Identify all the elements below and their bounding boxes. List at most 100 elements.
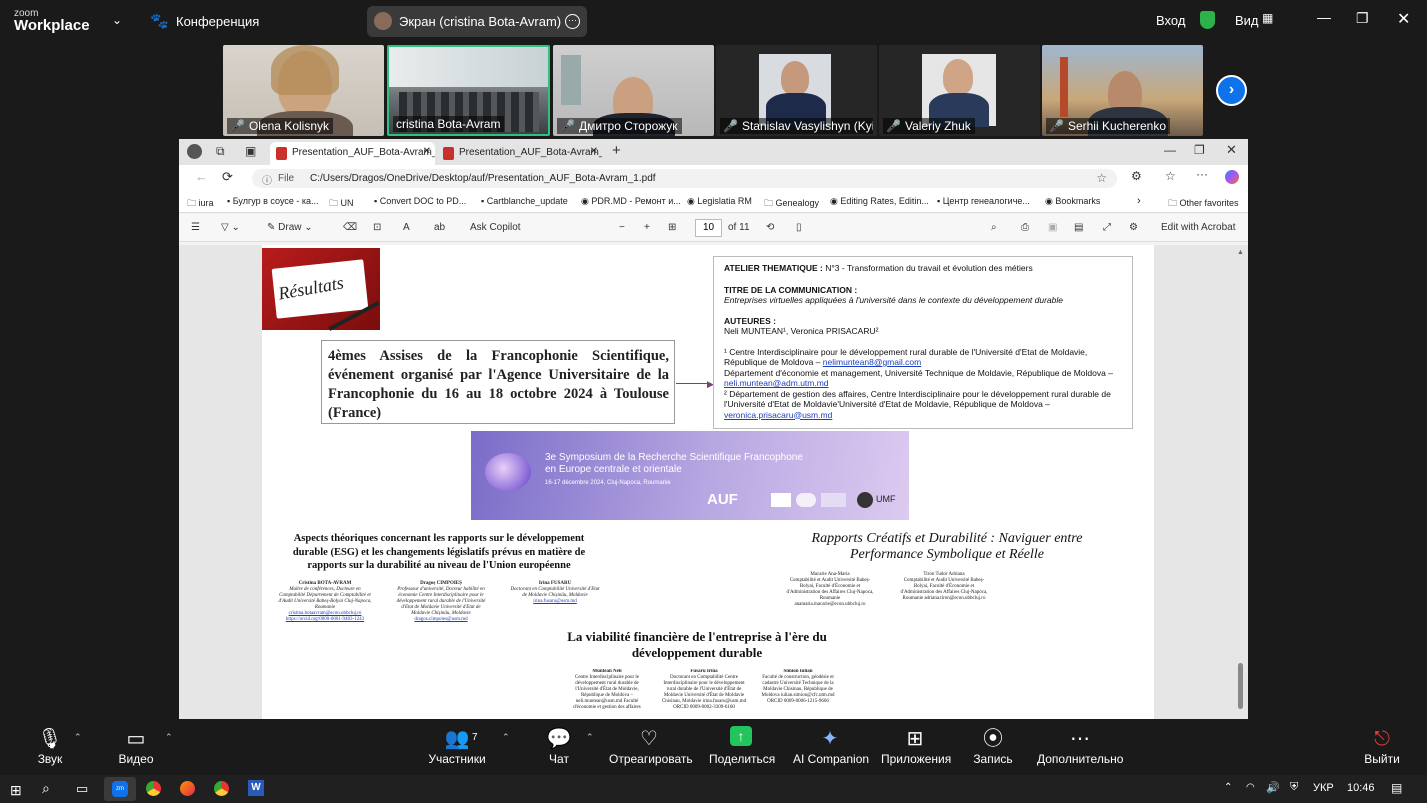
windows-start-icon[interactable]: ⊞ — [10, 782, 22, 799]
language-indicator[interactable]: УКР — [1313, 782, 1334, 794]
bookmark-item[interactable]: ▪ Центр генеалогиче... — [937, 196, 1030, 206]
notifications-icon[interactable]: ▤ — [1391, 781, 1402, 795]
back-icon[interactable]: ← — [195, 169, 208, 184]
more-icon[interactable]: ··· — [1196, 167, 1208, 181]
share-button[interactable]: ↑ Поделиться — [709, 726, 775, 766]
text-box-icon[interactable]: ⊡ — [373, 222, 381, 233]
contents-icon[interactable]: ☰ — [191, 222, 200, 233]
clock[interactable]: 10:46 — [1347, 782, 1375, 794]
chevron-right-icon[interactable]: › — [1137, 195, 1141, 207]
wifi-icon[interactable]: ◠ — [1246, 782, 1255, 793]
bookmark-item[interactable]: ◉ Editing Rates, Editin... — [830, 196, 929, 207]
close-icon[interactable]: ✕ — [1226, 142, 1237, 158]
bookmark-item[interactable]: ◉ Legislatia RM — [687, 196, 752, 207]
chat-options-chevron-icon[interactable]: ⌃ — [586, 732, 594, 743]
participants-options-chevron-icon[interactable]: ⌃ — [502, 732, 510, 743]
firefox-icon[interactable] — [180, 781, 195, 796]
profile-avatar[interactable] — [187, 144, 202, 159]
edit-with-acrobat[interactable]: Edit with Acrobat — [1161, 222, 1235, 233]
view-label[interactable]: Вид — [1235, 13, 1259, 28]
refresh-icon[interactable]: ⟳ — [222, 169, 233, 185]
tray-chevron-icon[interactable]: ⌃ — [1224, 782, 1232, 793]
tab-presentation-1[interactable]: Presentation_AUF_Bota-Avram_1.p ✕ — [270, 142, 435, 165]
save-icon[interactable]: ▣ — [1048, 222, 1057, 233]
record-button[interactable]: ⦿ Запись — [973, 726, 1013, 766]
audio-options-chevron-icon[interactable]: ⌃ — [74, 732, 82, 743]
participants-button[interactable]: 👥 Участники — [426, 726, 488, 766]
more-icon[interactable]: ··· — [565, 14, 580, 29]
search-icon[interactable]: ⌕ — [991, 222, 997, 233]
word-icon[interactable]: W — [248, 780, 264, 796]
chevron-down-icon[interactable]: ⌄ — [112, 13, 122, 27]
apps-button[interactable]: ⊞ Приложения — [881, 726, 951, 766]
participant-video-cristina[interactable]: cristina Bota-Avram — [387, 45, 550, 136]
close-tab-icon[interactable]: ✕ — [590, 146, 598, 157]
react-button[interactable]: ♡ Отреагировать — [609, 726, 693, 766]
fullscreen-icon[interactable]: ⤢ — [1103, 222, 1111, 233]
zoom-taskbar-icon[interactable]: zm — [104, 777, 136, 801]
scroll-up-icon[interactable]: ▲ — [1237, 249, 1244, 256]
audio-button[interactable]: 🎙 Звук — [32, 726, 68, 766]
highlight-icon[interactable]: ▽ ⌄ — [221, 222, 240, 233]
restore-icon[interactable]: ❐ — [1356, 10, 1369, 27]
shield-icon[interactable] — [1200, 11, 1215, 29]
chrome-icon[interactable] — [214, 781, 229, 796]
rotate-icon[interactable]: ⟲ — [766, 222, 774, 233]
participant-video-dmytro[interactable]: 🎤 Дмитро Сторожук — [553, 45, 714, 136]
ask-copilot-button[interactable]: Ask Copilot — [470, 222, 521, 233]
next-participants-button[interactable]: › — [1216, 75, 1247, 106]
bookmark-item[interactable]: ▪ Convert DOC to PD... — [374, 196, 466, 206]
bookmark-item[interactable]: ◉ PDR.MD - Ремонт и... — [581, 196, 681, 207]
other-favorites[interactable]: 🗀 Other favorites — [1168, 196, 1239, 212]
conference-label[interactable]: Конференция — [176, 14, 259, 29]
translate-icon[interactable]: ab — [434, 222, 445, 233]
settings-icon[interactable]: ⚙ — [1129, 222, 1138, 233]
enter-label[interactable]: Вход — [1156, 13, 1185, 28]
participant-video-valeriy[interactable]: 🎤 Valeriy Zhuk — [879, 45, 1040, 136]
video-options-chevron-icon[interactable]: ⌃ — [165, 732, 173, 743]
draw-button[interactable]: ✎ Draw ⌄ — [267, 222, 313, 233]
extensions-icon[interactable]: ⚙ — [1131, 169, 1142, 183]
bookmark-item[interactable]: ▪ Булгур в соусе - ка... — [227, 196, 318, 206]
favorites-icon[interactable]: ☆ — [1165, 169, 1176, 183]
page-number-input[interactable]: 10 — [695, 219, 722, 237]
ai-companion-button[interactable]: ✦ AI Companion — [793, 726, 869, 766]
leave-button[interactable]: ⎋ Выйти — [1364, 726, 1400, 766]
search-icon[interactable]: ⌕ — [42, 780, 50, 797]
shield-icon[interactable]: ⛨ — [1290, 781, 1298, 794]
fit-page-icon[interactable]: ⊞ — [668, 222, 676, 233]
zoom-out-icon[interactable]: − — [619, 222, 625, 233]
copilot-icon[interactable] — [1225, 170, 1239, 184]
chrome-icon[interactable] — [146, 781, 161, 796]
bookmark-item[interactable]: 🗀 UN — [329, 196, 354, 212]
chat-button[interactable]: 💬 Чат — [545, 726, 573, 766]
workspaces-icon[interactable]: ⧉ — [216, 144, 225, 159]
page-view-icon[interactable]: ▯ — [796, 222, 802, 233]
star-icon[interactable]: ☆ — [1096, 171, 1107, 185]
zoom-in-icon[interactable]: + — [644, 222, 650, 233]
print-icon[interactable]: ⎙ — [1021, 222, 1029, 233]
more-button[interactable]: ⋯ Дополнительно — [1037, 726, 1123, 766]
bookmark-item[interactable]: ▪ Cartblanche_update — [481, 196, 568, 206]
close-icon[interactable]: ✕ — [1397, 9, 1410, 29]
scrollbar-thumb[interactable] — [1238, 663, 1243, 709]
minimize-icon[interactable]: — — [1317, 9, 1331, 25]
new-tab-icon[interactable]: + — [612, 142, 621, 159]
address-bar[interactable]: ⓘ File C:/Users/Dragos/OneDrive/Desktop/… — [252, 169, 1117, 188]
close-tab-icon[interactable]: ✕ — [423, 146, 431, 157]
restore-icon[interactable]: ❐ — [1194, 143, 1205, 157]
video-button[interactable]: ▭ Видео — [114, 726, 158, 766]
bookmark-item[interactable]: 🗀 Genealogy — [764, 196, 819, 212]
save-as-icon[interactable]: ▤ — [1074, 222, 1083, 233]
participant-video-olena[interactable]: 🎤 Olena Kolisnyk — [223, 45, 384, 136]
tab-presentation-2[interactable]: Presentation_AUF_Bota-Avram_2.p ✕ — [437, 142, 602, 165]
screen-share-indicator[interactable]: Экран (cristina Bota-Avram) ··· — [367, 6, 587, 37]
minimize-icon[interactable]: — — [1164, 143, 1176, 157]
read-aloud-icon[interactable]: A — [403, 222, 410, 233]
volume-icon[interactable]: 🔊 — [1266, 781, 1280, 794]
participant-video-stanislav[interactable]: 🎤Stanislav Vasylishyn (Kyiv,... — [716, 45, 877, 136]
bookmark-item[interactable]: ◉ Bookmarks — [1045, 196, 1100, 207]
bookmark-item[interactable]: 🗀 iura — [187, 196, 214, 212]
participant-video-serhii[interactable]: 🎤 Serhii Kucherenko — [1042, 45, 1203, 136]
tab-actions-icon[interactable]: ▣ — [245, 144, 256, 158]
